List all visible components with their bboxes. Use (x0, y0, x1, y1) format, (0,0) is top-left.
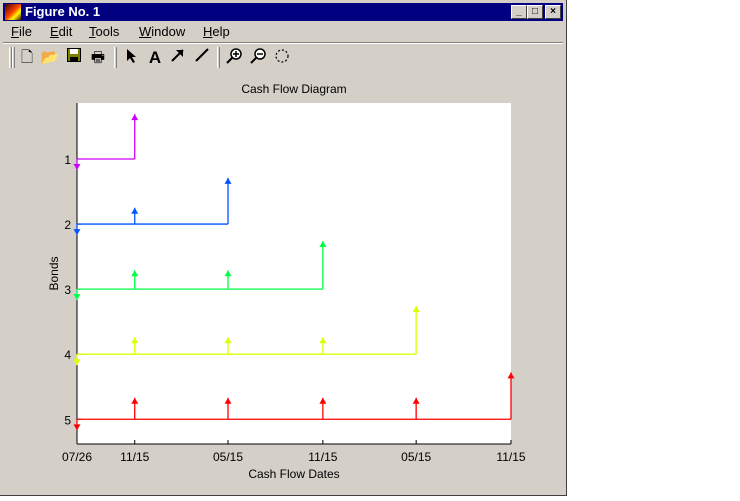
y-tick-label: 3 (64, 283, 71, 297)
x-tick-label: 11/15 (308, 450, 337, 464)
x-tick-label: 11/15 (120, 450, 149, 464)
cash-flow-chart: Cash Flow Diagram Cash Flow Dates Bonds 07/… (47, 82, 526, 481)
y-tick-label: 1 (64, 153, 71, 167)
x-tick-label: 07/26 (62, 450, 92, 464)
x-tick-label: 11/15 (496, 450, 525, 464)
x-tick-label: 05/15 (401, 450, 431, 464)
y-tick-label: 4 (64, 348, 71, 362)
y-tick-label: 5 (64, 413, 71, 427)
x-tick-label: 05/15 (213, 450, 243, 464)
y-axis-label: Bonds (47, 256, 61, 290)
plot-area (77, 103, 511, 444)
chart-title: Cash Flow Diagram (241, 82, 346, 96)
y-tick-label: 2 (64, 218, 71, 232)
x-axis-label: Cash Flow Dates (248, 467, 339, 481)
